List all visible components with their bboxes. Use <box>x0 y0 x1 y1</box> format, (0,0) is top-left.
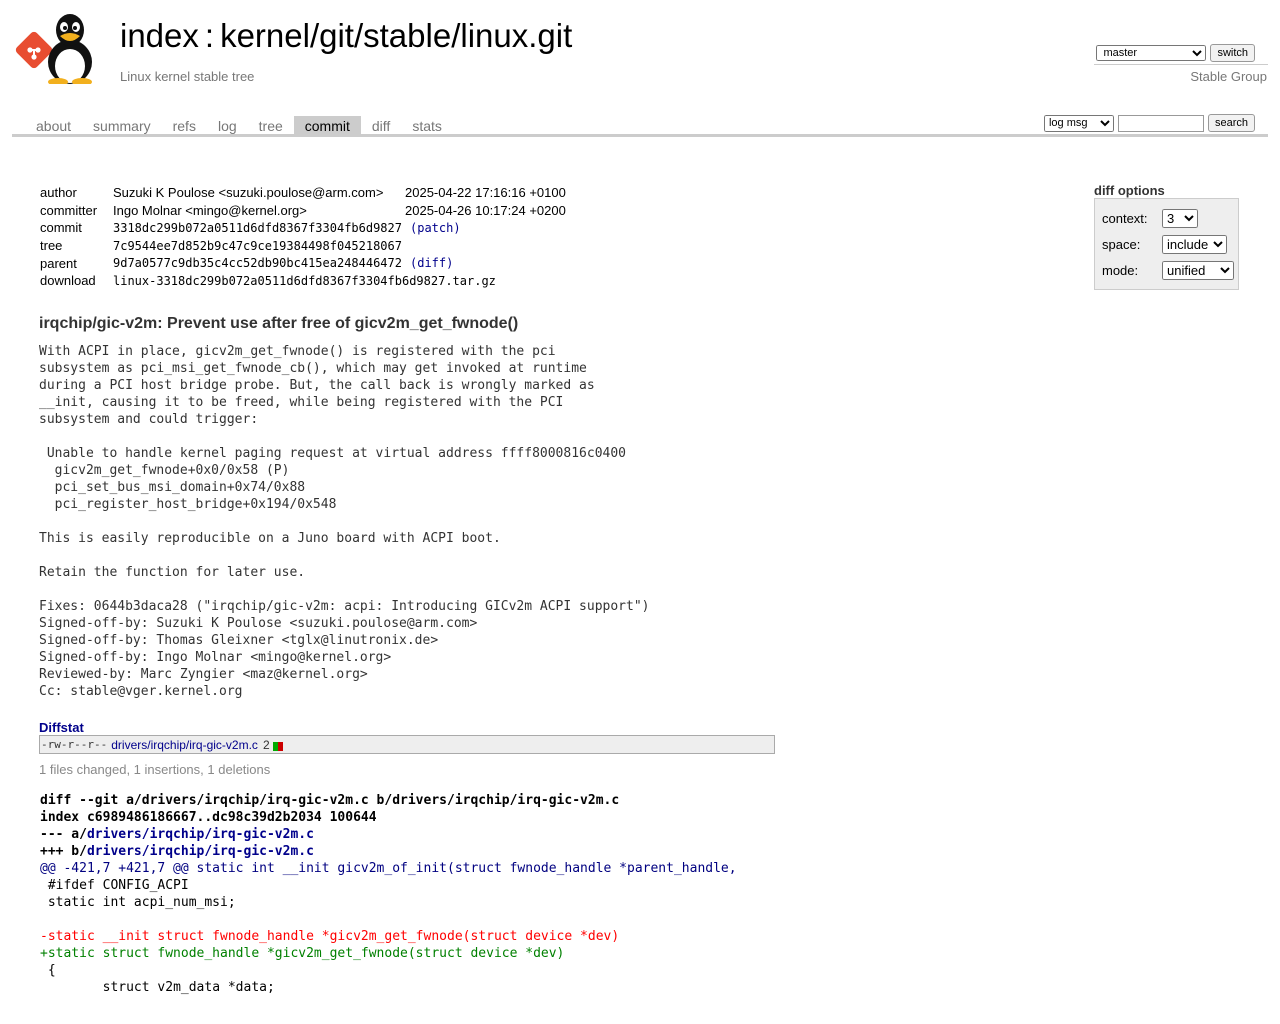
diff-options-panel: context: 3 space: include mode: unified <box>1094 198 1239 290</box>
diff-view: diff --git a/drivers/irqchip/irq-gic-v2m… <box>40 792 737 996</box>
repo-description: Linux kernel stable tree <box>120 69 255 84</box>
diff-new-file-line: +++ b/drivers/irqchip/irq-gic-v2m.c <box>40 843 737 860</box>
diff-deleted-line: -static __init struct fwnode_handle *gic… <box>40 929 620 944</box>
author-value: Suzuki K Poulose <suzuki.poulose@arm.com… <box>113 185 384 201</box>
patch-link[interactable]: patch <box>417 221 453 235</box>
search-button[interactable]: search <box>1207 114 1255 132</box>
context-option-row: context: 3 <box>1102 209 1198 228</box>
header-divider <box>1094 64 1268 65</box>
commit-subject: irqchip/gic-v2m: Prevent use after free … <box>39 315 519 332</box>
diffstat-table: -rw-r--r-- drivers/irqchip/irq-gic-v2m.c… <box>39 735 775 754</box>
search-input[interactable] <box>1117 114 1204 132</box>
tab-stats[interactable]: stats <box>401 116 453 136</box>
tab-diff[interactable]: diff <box>361 116 401 136</box>
mode-label: mode: <box>1102 263 1139 278</box>
tab-summary[interactable]: summary <box>82 116 162 136</box>
download-key: download <box>40 273 96 289</box>
space-option-row: space: include <box>1102 235 1227 254</box>
file-mode: -rw-r--r-- <box>41 738 108 751</box>
diffstat-count: 2 <box>262 737 270 752</box>
title-separator: : <box>204 17 215 54</box>
diff-added-line: +static struct fwnode_handle *gicv2m_get… <box>40 946 565 961</box>
tab-log[interactable]: log <box>207 116 248 136</box>
diff-new-prefix: +++ b/ <box>40 844 87 859</box>
mode-option-row: mode: unified <box>1102 261 1234 280</box>
parent-hash-link[interactable]: 9d7a0577c9db35c4cc52db90bc415ea248446472 <box>113 256 402 270</box>
diff-old-file-link[interactable]: drivers/irqchip/irq-gic-v2m.c <box>87 827 314 842</box>
diff-old-prefix: --- a/ <box>40 827 87 842</box>
diff-index-line: index c6989486186667..dc98c39d2b2034 100… <box>40 810 377 825</box>
tab-commit[interactable]: commit <box>293 116 361 136</box>
tab-refs[interactable]: refs <box>162 116 207 136</box>
diff-new-file-link[interactable]: drivers/irqchip/irq-gic-v2m.c <box>87 844 314 859</box>
tree-hash-link[interactable]: 7c9544ee7d852b9c47c9ce19384498f045218067 <box>113 239 402 253</box>
tree-row: tree 7c9544ee7d852b9c47c9ce19384498f0452… <box>40 237 496 255</box>
diff-context-line <box>40 911 737 928</box>
diff-context-line: #ifdef CONFIG_ACPI <box>40 878 189 893</box>
page-title: index: kernel/git/stable/linux.git <box>120 16 572 56</box>
repo-owner: Stable Group <box>1190 69 1267 84</box>
context-select[interactable]: 3 <box>1162 209 1198 228</box>
cgit-logo[interactable] <box>14 12 110 86</box>
tree-key: tree <box>40 238 63 254</box>
commit-info-table: author Suzuki K Poulose <suzuki.poulose@… <box>40 184 566 290</box>
committer-row: committer Ingo Molnar <mingo@kernel.org>… <box>40 202 566 220</box>
author-key: author <box>40 185 77 201</box>
committer-key: committer <box>40 202 98 218</box>
context-label: context: <box>1102 211 1148 226</box>
space-label: space: <box>1102 237 1141 252</box>
commit-hash-link[interactable]: 3318dc299b072a0511d6dfd8367f3304fb6d9827 <box>113 221 402 235</box>
commit-key: commit <box>40 220 82 236</box>
parent-diff-link[interactable]: diff <box>417 256 446 270</box>
diff-context-line: static int acpi_num_msi; <box>40 895 236 910</box>
diff-context-line: { <box>40 963 56 978</box>
commit-message: With ACPI in place, gicv2m_get_fwnode() … <box>39 344 650 699</box>
committer-date: 2025-04-26 10:17:24 +0200 <box>405 202 566 218</box>
space-select[interactable]: include <box>1162 235 1227 254</box>
diff-old-file-line: --- a/drivers/irqchip/irq-gic-v2m.c <box>40 826 737 843</box>
diffstat-summary: 1 files changed, 1 insertions, 1 deletio… <box>39 762 271 777</box>
parent-paren-open: ( <box>409 256 418 271</box>
diff-context-line: struct v2m_data *data; <box>40 980 275 995</box>
search-scope-select[interactable]: log msg <box>1043 114 1114 132</box>
diffstat-link[interactable]: Diffstat <box>39 720 84 735</box>
download-link[interactable]: linux-3318dc299b072a0511d6dfd8367f3304fb… <box>113 274 496 288</box>
branch-select[interactable]: master <box>1096 45 1207 61</box>
index-link[interactable]: index <box>120 17 199 54</box>
diff-hunk-header: @@ -421,7 +421,7 @@ static int __init gi… <box>40 861 737 876</box>
diffstat-file-link[interactable]: drivers/irqchip/irq-gic-v2m.c <box>111 738 258 752</box>
parent-key: parent <box>40 255 77 271</box>
search-form: log msg search <box>1043 114 1255 132</box>
mode-select[interactable]: unified <box>1162 261 1234 280</box>
commit-row: commit 3318dc299b072a0511d6dfd8367f3304f… <box>40 219 496 237</box>
download-row: download linux-3318dc299b072a0511d6dfd83… <box>40 272 496 290</box>
commit-paren-open: ( <box>409 220 418 235</box>
parent-paren-close: ) <box>446 256 454 271</box>
committer-value: Ingo Molnar <mingo@kernel.org> <box>113 202 307 218</box>
branch-switch-form: master switch <box>1096 44 1255 62</box>
diff-options-title: diff options <box>1094 183 1165 198</box>
tab-tree[interactable]: tree <box>248 116 294 136</box>
commit-paren-close: ) <box>453 220 461 235</box>
diffstat-bar-deletions <box>277 742 283 751</box>
tab-bar: about summary refs log tree commit diff … <box>25 116 453 136</box>
diffstat-bar <box>272 740 283 751</box>
repo-link[interactable]: kernel/git/stable/linux.git <box>220 17 572 54</box>
author-row: author Suzuki K Poulose <suzuki.poulose@… <box>40 184 566 202</box>
tabs-divider <box>12 134 1268 137</box>
tab-about[interactable]: about <box>25 116 82 136</box>
git-penguin-logo-icon <box>15 14 92 86</box>
switch-button[interactable]: switch <box>1210 44 1255 62</box>
diff-git-line: diff --git a/drivers/irqchip/irq-gic-v2m… <box>40 793 620 808</box>
parent-row: parent 9d7a0577c9db35c4cc52db90bc415ea24… <box>40 254 496 272</box>
author-date: 2025-04-22 17:16:16 +0100 <box>405 185 566 201</box>
